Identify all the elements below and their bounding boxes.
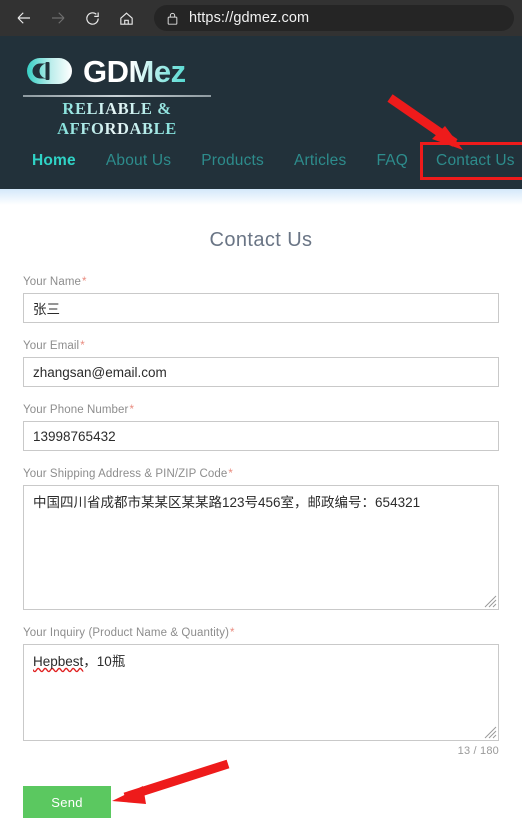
nav-item-about-us[interactable]: About Us	[91, 147, 186, 175]
field-phone: Your Phone Number*	[23, 404, 499, 451]
url-text: https://gdmez.com	[189, 10, 310, 26]
phone-input[interactable]	[23, 421, 499, 451]
logo-tagline: RELIABLE & AFFORDABLE	[23, 99, 211, 139]
home-icon	[118, 10, 135, 27]
reload-icon	[84, 10, 101, 27]
label-text: Your Shipping Address & PIN/ZIP Code	[23, 468, 228, 480]
label-text: Your Phone Number	[23, 404, 129, 416]
label-your-inquiry: Your Inquiry (Product Name & Quantity)*	[23, 627, 499, 639]
inquiry-textarea[interactable]: Hepbest，10瓶	[23, 644, 499, 741]
nav-item-home[interactable]: Home	[17, 147, 91, 175]
field-inquiry: Your Inquiry (Product Name & Quantity)* …	[23, 627, 499, 757]
inquiry-rest: ，10瓶	[83, 654, 126, 669]
back-button[interactable]	[8, 2, 40, 34]
header-gradient-strip	[0, 189, 522, 205]
home-button[interactable]	[110, 2, 142, 34]
site-header: GDMez RELIABLE & AFFORDABLE Home About U…	[0, 36, 522, 189]
reload-button[interactable]	[76, 2, 108, 34]
label-text: Your Inquiry (Product Name & Quantity)	[23, 627, 229, 639]
arrow-right-icon	[49, 9, 67, 27]
address-bar[interactable]: https://gdmez.com	[154, 5, 514, 31]
nav-item-articles[interactable]: Articles	[279, 147, 361, 175]
browser-toolbar: https://gdmez.com	[0, 0, 522, 36]
field-email: Your Email*	[23, 340, 499, 387]
label-your-phone-number: Your Phone Number*	[23, 404, 499, 416]
required-asterisk: *	[82, 276, 87, 288]
required-asterisk: *	[228, 468, 233, 480]
contact-page: Contact Us Your Name* Your Email* Your P…	[0, 229, 522, 818]
nav-item-contact-us[interactable]: Contact Us	[420, 142, 522, 180]
send-button[interactable]: Send	[23, 786, 111, 818]
site-logo[interactable]: GDMez RELIABLE & AFFORDABLE	[23, 50, 223, 139]
logo-wordmark: GDMez	[83, 53, 186, 89]
nav-item-faq[interactable]: FAQ	[361, 147, 423, 175]
label-shipping-address: Your Shipping Address & PIN/ZIP Code*	[23, 468, 499, 480]
field-address: Your Shipping Address & PIN/ZIP Code* 中国…	[23, 468, 499, 610]
capsule-pill-icon	[23, 56, 75, 86]
page-title: Contact Us	[209, 229, 313, 251]
name-input[interactable]	[23, 293, 499, 323]
required-asterisk: *	[80, 340, 85, 352]
lock-icon	[166, 11, 179, 26]
field-name: Your Name*	[23, 276, 499, 323]
logo-divider	[23, 95, 211, 97]
arrow-left-icon	[15, 9, 33, 27]
required-asterisk: *	[230, 627, 235, 639]
main-navigation: Home About Us Products Articles FAQ Cont…	[17, 142, 522, 180]
label-your-name: Your Name*	[23, 276, 499, 288]
label-your-email: Your Email*	[23, 340, 499, 352]
misspelled-word: Hepbest	[33, 654, 84, 669]
forward-button[interactable]	[42, 2, 74, 34]
required-asterisk: *	[129, 404, 135, 416]
email-input[interactable]	[23, 357, 499, 387]
address-textarea[interactable]: 中国四川省成都市某某区某某路123号456室，邮政编号：654321	[23, 485, 499, 610]
label-text: Your Email	[23, 340, 80, 352]
nav-item-products[interactable]: Products	[186, 147, 279, 175]
character-counter: 13 / 180	[457, 745, 499, 757]
label-text: Your Name	[23, 276, 82, 288]
